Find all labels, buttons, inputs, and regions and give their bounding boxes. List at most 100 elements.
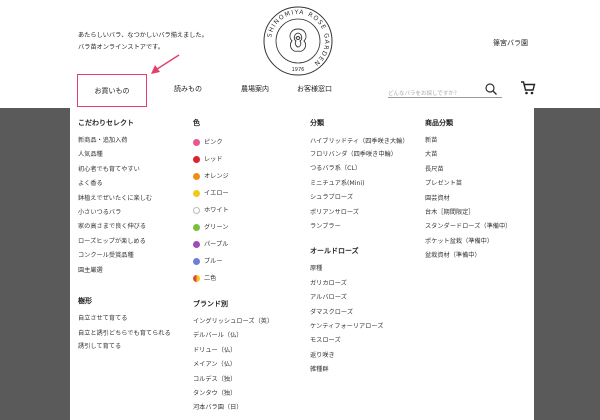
menu-item[interactable]: タンタウ（独） xyxy=(193,387,273,401)
search-icon[interactable] xyxy=(484,82,498,96)
menu-heading-classification: 分類 xyxy=(310,119,324,127)
menu-item[interactable]: 台木［期間限定］ xyxy=(425,206,511,220)
rose-garden-logo[interactable]: SHINOMIYA ROSE GARDEN 1976 xyxy=(262,5,334,77)
menu-col-product: 商品分類 新苗 大苗 長尺苗 プレゼント苗 園芸資材 台木［期間限定］ スタンダ… xyxy=(425,118,511,264)
menu-item[interactable]: 園芸資材 xyxy=(425,192,511,206)
color-dot-icon xyxy=(193,275,200,282)
color-label: 二色 xyxy=(204,275,217,282)
color-dot-icon xyxy=(193,156,200,163)
color-dot-icon xyxy=(193,207,200,214)
menu-item[interactable]: ガリカローズ xyxy=(310,277,410,291)
menu-item[interactable]: イングリッシュローズ（英） xyxy=(193,315,273,329)
nav-shop-label: お買いもの xyxy=(94,86,130,95)
menu-item[interactable]: モスローズ xyxy=(310,334,410,348)
color-option-white[interactable]: ホワイト xyxy=(193,202,273,219)
menu-item[interactable]: 河本バラ園（日） xyxy=(193,401,273,415)
color-option-orange[interactable]: オレンジ xyxy=(193,168,273,185)
menu-item[interactable]: つるバラ系（CL） xyxy=(310,162,410,176)
nav-read[interactable]: 読みもの xyxy=(174,84,202,94)
nav-contact[interactable]: お客様窓口 xyxy=(297,84,332,94)
menu-item[interactable]: メイアン（仏） xyxy=(193,358,273,372)
color-label: ブルー xyxy=(204,258,223,265)
menu-item[interactable]: アルバローズ xyxy=(310,291,410,305)
color-label: イエロー xyxy=(204,190,229,197)
menu-item[interactable]: 原種 xyxy=(310,262,410,276)
menu-item[interactable]: ケンティフォーリアローズ xyxy=(310,320,410,334)
search-box xyxy=(388,80,502,102)
site-name[interactable]: 篠宮バラ園 xyxy=(493,38,528,48)
menu-item[interactable]: フロリバンダ（四季咲き中輪） xyxy=(310,148,410,162)
color-label: グリーン xyxy=(204,224,229,231)
menu-heading-form: 樹形 xyxy=(78,297,92,306)
menu-item[interactable]: ポリアンサローズ xyxy=(310,206,410,220)
menu-item[interactable]: 新苗 xyxy=(425,134,511,148)
cart-icon[interactable] xyxy=(520,80,536,96)
tagline-line2: バラ苗オンラインストアです。 xyxy=(78,44,164,51)
color-option-yellow[interactable]: イエロー xyxy=(193,185,273,202)
menu-item[interactable]: 人気品種 xyxy=(78,148,186,162)
color-label: レッド xyxy=(204,156,223,163)
menu-item[interactable]: ローズヒップが楽しめる xyxy=(78,235,186,249)
menu-col-color: 色 ピンク レッド オレンジ イエロー ホワイト グリーン パープル ブルー 二… xyxy=(193,118,273,416)
menu-item[interactable]: 返り咲き xyxy=(310,349,410,363)
color-dot-icon xyxy=(193,139,200,146)
menu-item[interactable]: プレゼント苗 xyxy=(425,177,511,191)
color-dot-icon xyxy=(193,258,200,265)
nav-read-label: 読みもの xyxy=(174,85,202,93)
menu-item[interactable]: デルバール（仏） xyxy=(193,329,273,343)
color-label: パープル xyxy=(204,241,229,248)
menu-item[interactable]: 自立させて育てる xyxy=(78,312,186,326)
menu-item[interactable]: 新商品・追加入荷 xyxy=(78,134,186,148)
menu-item[interactable]: 長尺苗 xyxy=(425,163,511,177)
menu-col-selection: こだわりセレクト 新商品・追加入荷 人気品種 初心者でも育てやすい よく香る 鉢… xyxy=(78,118,186,355)
main-nav: お買いもの 読みもの 農場案内 お客様窓口 xyxy=(0,74,600,108)
search-input[interactable] xyxy=(388,86,480,102)
menu-item[interactable]: ダマスクローズ xyxy=(310,306,410,320)
color-label: ピンク xyxy=(204,139,223,146)
color-option-pink[interactable]: ピンク xyxy=(193,134,273,151)
logo-year: 1976 xyxy=(292,67,305,73)
menu-item[interactable]: ドリュー（仏） xyxy=(193,344,273,358)
menu-item[interactable]: コンクール受賞品種 xyxy=(78,249,186,263)
color-label: ホワイト xyxy=(204,207,229,214)
menu-heading-product: 商品分類 xyxy=(425,119,453,127)
color-dot-icon xyxy=(193,190,200,197)
menu-heading-oldrose: オールドローズ xyxy=(310,247,359,256)
menu-item[interactable]: ポケット盆栽（準備中） xyxy=(425,235,511,249)
menu-item[interactable]: ミニチュア系(Mini) xyxy=(310,177,410,191)
menu-heading-brand: ブランド別 xyxy=(193,300,228,308)
menu-item[interactable]: 鉢植えでぜいたくに楽しむ xyxy=(78,192,186,206)
menu-heading-color: 色 xyxy=(193,119,200,127)
menu-item[interactable]: ハイブリッドティ（四季咲き大輪） xyxy=(310,134,410,148)
menu-item[interactable]: 園主厳選 xyxy=(78,264,186,278)
nav-shop[interactable]: お買いもの xyxy=(77,74,147,107)
menu-item[interactable]: 誘引して育てる xyxy=(78,340,186,354)
color-option-red[interactable]: レッド xyxy=(193,151,273,168)
tagline: あたらしいバラ、なつかしいバラ揃えました。 バラ苗オンラインストアです。 xyxy=(78,30,208,54)
menu-item[interactable]: 初心者でも育てやすい xyxy=(78,163,186,177)
nav-farm[interactable]: 農場案内 xyxy=(241,84,269,94)
menu-item[interactable]: ランブラー xyxy=(310,220,410,234)
menu-item[interactable]: 家の高さまで良く伸びる xyxy=(78,220,186,234)
color-option-green[interactable]: グリーン xyxy=(193,219,273,236)
menu-item[interactable]: 大苗 xyxy=(425,148,511,162)
logo-text: SHINOMIYA ROSE GARDEN xyxy=(266,9,329,67)
color-option-purple[interactable]: パープル xyxy=(193,236,273,253)
menu-item[interactable]: スタンダードローズ（準備中） xyxy=(425,220,511,234)
menu-item[interactable]: シュラブローズ xyxy=(310,191,410,205)
color-option-bicolor[interactable]: 二色 xyxy=(193,270,273,287)
menu-item[interactable]: 小さいつるバラ xyxy=(78,206,186,220)
nav-contact-label: お客様窓口 xyxy=(297,85,332,93)
menu-item[interactable]: 雑種群 xyxy=(310,363,410,377)
color-option-blue[interactable]: ブルー xyxy=(193,253,273,270)
menu-item[interactable]: よく香る xyxy=(78,177,186,191)
menu-item[interactable]: 自立と誘引どちらでも育てられる xyxy=(78,326,186,340)
nav-farm-label: 農場案内 xyxy=(241,85,269,93)
annotation-arrow-icon xyxy=(151,54,180,74)
menu-item[interactable]: 盆栽資材（準備中） xyxy=(425,249,511,263)
menu-item[interactable]: コルデス（独） xyxy=(193,373,273,387)
color-label: オレンジ xyxy=(204,173,229,180)
